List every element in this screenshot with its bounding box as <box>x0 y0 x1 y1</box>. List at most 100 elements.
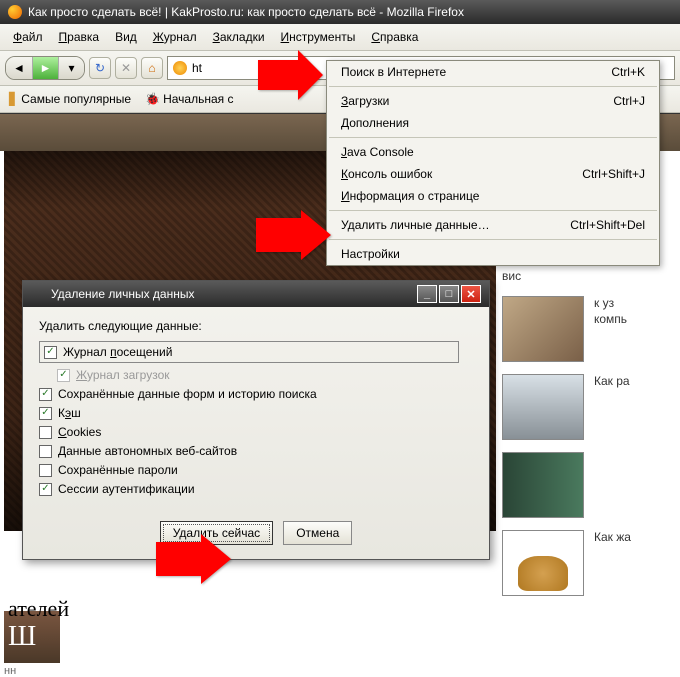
window-title: Как просто сделать всё! | KakProsto.ru: … <box>28 5 464 19</box>
menu-item-cleardata[interactable]: Удалить личные данные… Ctrl+Shift+Del <box>327 214 659 236</box>
reload-icon: ↻ <box>95 61 105 75</box>
annotation-arrow-2 <box>256 210 334 273</box>
option-forms-label: Сохранённые данные форм и историю поиска <box>58 387 317 401</box>
back-button[interactable]: ◄ <box>6 57 32 79</box>
window-titlebar: Как просто сделать всё! | KakProsto.ru: … <box>0 0 680 24</box>
dialog-body: Удалить следующие данные: Журнал посещен… <box>23 307 489 513</box>
option-sessions[interactable]: Сессии аутентификации <box>39 482 473 496</box>
annotation-arrow-1 <box>258 50 326 121</box>
chevron-down-icon: ▾ <box>68 61 74 75</box>
close-button[interactable]: ✕ <box>461 285 481 303</box>
cancel-button[interactable]: Отмена <box>283 521 352 545</box>
page-footer-text: ателей <box>8 596 69 622</box>
maximize-button[interactable]: □ <box>439 285 459 303</box>
checkbox-offline[interactable] <box>39 445 52 458</box>
menu-file-label: айл <box>22 30 42 44</box>
checkbox-sessions[interactable] <box>39 483 52 496</box>
menu-help-label: правка <box>380 30 418 44</box>
menu-separator <box>329 210 657 211</box>
menu-edit[interactable]: Правка <box>51 27 108 47</box>
forward-icon: ► <box>40 61 52 75</box>
option-dlhistory: Журнал загрузок <box>57 368 473 382</box>
menu-item-pageinfo-label: нформация о странице <box>350 189 480 203</box>
menu-item-cleardata-label: Удалить личные данные… <box>341 218 490 232</box>
checkbox-cache[interactable] <box>39 407 52 420</box>
bookmark-popular-label: Самые популярные <box>21 92 131 106</box>
option-passwords-label: Сохранённые пароли <box>58 463 178 477</box>
menu-item-settings[interactable]: Настройки <box>327 243 659 265</box>
thumb-3[interactable] <box>502 452 584 518</box>
home-button[interactable]: ⌂ <box>141 57 163 79</box>
dialog-titlebar: Удаление личных данных _ □ ✕ <box>23 281 489 307</box>
forward-button[interactable]: ► <box>32 57 58 79</box>
menu-item-java[interactable]: Java Console <box>327 141 659 163</box>
thumb-2[interactable] <box>502 374 584 440</box>
annotation-arrow-3 <box>156 534 234 597</box>
menu-tools[interactable]: Инструменты <box>273 27 364 47</box>
option-passwords[interactable]: Сохранённые пароли <box>39 463 473 477</box>
back-icon: ◄ <box>13 61 25 75</box>
thumb-4[interactable] <box>502 530 584 596</box>
option-cache[interactable]: Кэш <box>39 406 473 420</box>
dialog-buttons: Удалить сейчас Отмена <box>23 513 489 559</box>
option-sessions-label: Сессии аутентификации <box>58 482 195 496</box>
page-logo-caption: нн <box>4 665 16 677</box>
checkbox-forms[interactable] <box>39 388 52 401</box>
checkbox-passwords[interactable] <box>39 464 52 477</box>
url-text: ht <box>192 61 202 75</box>
menu-edit-label: равка <box>67 30 99 44</box>
checkbox-history[interactable] <box>44 346 57 359</box>
tools-dropdown-menu: Поиск в Интернете Ctrl+K Загрузки Ctrl+J… <box>326 60 660 266</box>
sidebar-text-2: к узкомпь <box>594 296 627 327</box>
bookmark-home-label: Начальная с <box>163 92 233 106</box>
menu-view[interactable]: Вид <box>107 27 145 47</box>
reload-button[interactable]: ↻ <box>89 57 111 79</box>
option-history[interactable]: Журнал посещений <box>39 341 459 363</box>
stop-icon: ✕ <box>121 61 131 75</box>
menu-item-search-shortcut: Ctrl+K <box>611 65 645 79</box>
minimize-button[interactable]: _ <box>417 285 437 303</box>
menu-item-search[interactable]: Поиск в Интернете Ctrl+K <box>327 61 659 83</box>
site-icon <box>173 61 187 75</box>
dialog-title: Удаление личных данных <box>51 287 194 301</box>
menu-item-errorconsole-label: онсоль ошибок <box>348 167 432 181</box>
menu-item-errorconsole[interactable]: Консоль ошибок Ctrl+Shift+J <box>327 163 659 185</box>
menu-history-label: урнал <box>164 30 197 44</box>
firefox-icon <box>31 287 45 301</box>
menu-separator <box>329 137 657 138</box>
menu-view-label: Вид <box>115 30 137 44</box>
menu-file[interactable]: Файл <box>5 27 51 47</box>
menu-help[interactable]: Справка <box>363 27 426 47</box>
menu-history[interactable]: Журнал <box>145 27 205 47</box>
menu-bookmarks[interactable]: Закладки <box>205 27 273 47</box>
folder-icon: ▋ <box>9 92 18 106</box>
sidebar-thumbnails: к извис к узкомпь Как ра Как жа <box>502 253 672 608</box>
menu-item-java-label: ava Console <box>347 145 414 159</box>
option-offline[interactable]: Данные автономных веб-сайтов <box>39 444 473 458</box>
menu-separator <box>329 239 657 240</box>
menu-item-search-label: Поиск в Интернете <box>341 65 446 79</box>
menubar: Файл Правка Вид Журнал Закладки Инструме… <box>0 24 680 51</box>
menu-item-settings-label: Настройки <box>341 247 400 261</box>
clear-data-dialog: Удаление личных данных _ □ ✕ Удалить сле… <box>22 280 490 560</box>
thumb-1[interactable] <box>502 296 584 362</box>
dialog-prompt: Удалить следующие данные: <box>39 319 473 333</box>
nav-group: ◄ ► ▾ <box>5 56 85 80</box>
nav-dropdown[interactable]: ▾ <box>58 57 84 79</box>
stop-button[interactable]: ✕ <box>115 57 137 79</box>
option-forms[interactable]: Сохранённые данные форм и историю поиска <box>39 387 473 401</box>
option-offline-label: Данные автономных веб-сайтов <box>58 444 237 458</box>
menu-tools-label: нструменты <box>289 30 355 44</box>
menu-item-addons[interactable]: Дополнения <box>327 112 659 134</box>
checkbox-cookies[interactable] <box>39 426 52 439</box>
sidebar-text-3: Как ра <box>594 374 630 390</box>
bookmark-popular[interactable]: ▋ Самые популярные <box>5 90 135 108</box>
menu-item-addons-label: Дополнения <box>341 116 409 130</box>
home-icon: ⌂ <box>148 61 155 75</box>
menu-item-downloads[interactable]: Загрузки Ctrl+J <box>327 90 659 112</box>
menu-separator <box>329 86 657 87</box>
option-cookies[interactable]: Cookies <box>39 425 473 439</box>
menu-item-pageinfo[interactable]: Информация о странице <box>327 185 659 207</box>
menu-item-downloads-shortcut: Ctrl+J <box>613 94 645 108</box>
bookmark-home[interactable]: 🐞 Начальная с <box>141 90 237 108</box>
